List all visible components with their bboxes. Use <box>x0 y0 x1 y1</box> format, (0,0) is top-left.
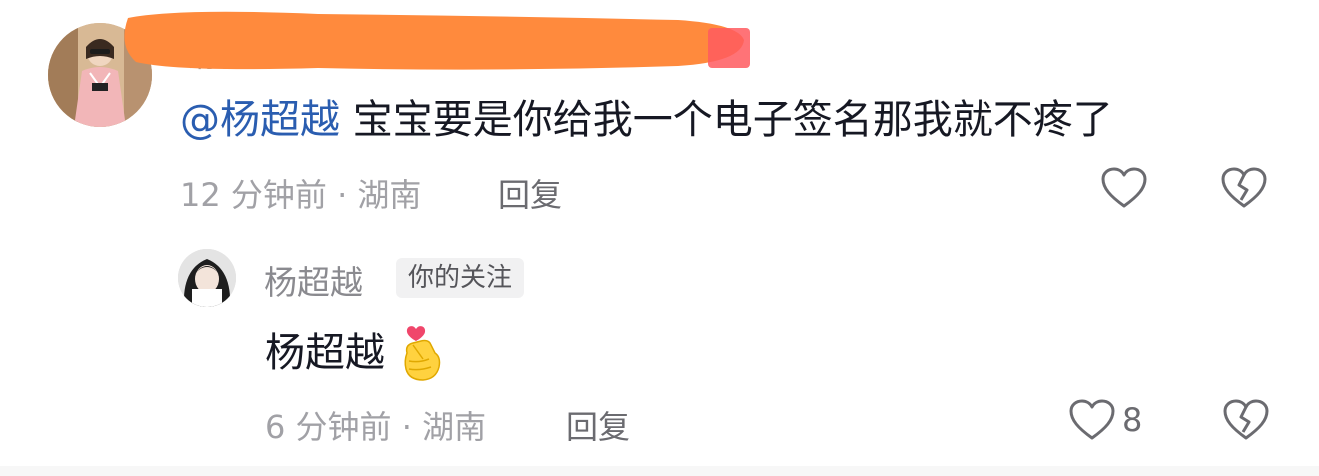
mention-link[interactable]: @杨超越 <box>180 97 340 143</box>
bottom-divider <box>0 466 1319 476</box>
meta-separator: · <box>391 408 423 446</box>
heart-icon <box>1101 167 1147 208</box>
commenter-name[interactable]: 请我 <box>185 30 253 76</box>
like-count: 8 <box>1122 401 1143 439</box>
dislike-button[interactable] <box>1222 398 1270 442</box>
comment-text: @杨超越 宝宝要是你给我一个电子签名那我就不疼了 <box>180 94 1113 146</box>
reply-time: 6 分钟前 <box>265 408 392 446</box>
comment-section: 请我 @杨超越 宝宝要是你给我一个电子签名那我就不疼了 12 分钟前 · 湖南 … <box>0 0 1319 476</box>
comment-time: 12 分钟前 <box>180 176 327 214</box>
reply-meta: 6 分钟前 · 湖南 <box>265 402 486 448</box>
reply-body: 杨超越 <box>265 330 385 376</box>
heart-icon <box>1069 399 1115 440</box>
broken-heart-icon <box>1223 399 1269 440</box>
reply-text: 杨超越 <box>265 323 445 383</box>
reply-button[interactable]: 回复 <box>498 170 562 216</box>
comment-body: 宝宝要是你给我一个电子签名那我就不疼了 <box>340 97 1113 143</box>
reply-author-name[interactable]: 杨超越 <box>264 256 363 304</box>
dislike-button[interactable] <box>1220 166 1268 210</box>
like-button[interactable]: 8 <box>1068 398 1142 442</box>
broken-heart-icon <box>1221 167 1267 208</box>
like-button[interactable] <box>1100 166 1148 210</box>
reply-button[interactable]: 回复 <box>566 402 630 448</box>
reply-avatar[interactable] <box>178 249 236 307</box>
meta-separator: · <box>326 176 358 214</box>
comment-meta: 12 分钟前 · 湖南 <box>180 170 421 216</box>
following-badge: 你的关注 <box>396 258 525 298</box>
reply-location: 湖南 <box>422 408 487 446</box>
finger-heart-emoji-icon <box>404 326 441 381</box>
commenter-avatar[interactable] <box>48 23 152 127</box>
comment-location: 湖南 <box>357 176 422 214</box>
